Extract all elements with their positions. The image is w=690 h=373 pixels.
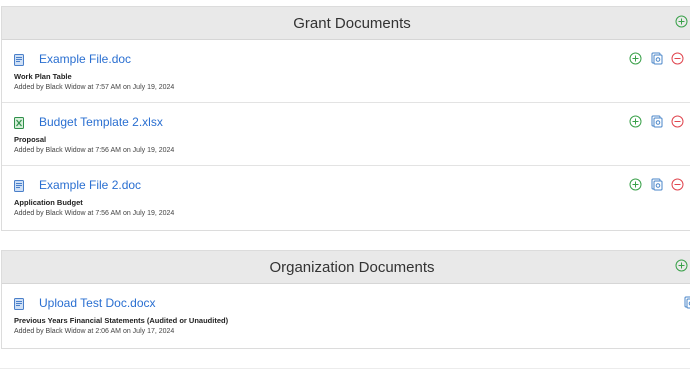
- grant-documents-panel: Grant Documents Example File.doc Work Pl…: [1, 6, 690, 231]
- added-by-text: Added by Black Widow at 2:06 AM on July …: [14, 328, 175, 335]
- version-history-icon[interactable]: [650, 52, 663, 65]
- grant-documents-header: Grant Documents: [2, 7, 690, 40]
- document-row: Example File 2.doc Application Budget Ad…: [2, 166, 690, 228]
- document-type-label: Application Budget: [14, 198, 83, 207]
- file-name-link[interactable]: Example File.doc: [39, 52, 131, 66]
- document-row: Example File.doc Work Plan Table Added b…: [2, 40, 690, 103]
- add-version-plus-circle-icon[interactable]: [629, 178, 642, 191]
- remove-minus-circle-icon[interactable]: [671, 178, 684, 191]
- document-row: Budget Template 2.xlsx Proposal Added by…: [2, 103, 690, 166]
- version-history-icon[interactable]: [650, 115, 663, 128]
- excel-doc-icon: [14, 116, 24, 129]
- organization-documents-title: Organization Documents: [269, 258, 435, 276]
- file-name-link[interactable]: Budget Template 2.xlsx: [39, 115, 163, 129]
- organization-documents-header: Organization Documents: [2, 251, 690, 284]
- word-doc-icon: [14, 297, 24, 310]
- version-history-icon[interactable]: [683, 296, 690, 309]
- add-version-plus-circle-icon[interactable]: [629, 115, 642, 128]
- file-name-link[interactable]: Upload Test Doc.docx: [39, 296, 156, 310]
- remove-minus-circle-icon[interactable]: [671, 52, 684, 65]
- word-doc-icon: [14, 179, 24, 192]
- bottom-divider: [0, 368, 690, 369]
- document-row: Upload Test Doc.docx Previous Years Fina…: [2, 284, 690, 346]
- document-type-label: Proposal: [14, 135, 47, 144]
- add-grant-document-plus-circle-icon[interactable]: [675, 15, 688, 32]
- add-organization-document-plus-circle-icon[interactable]: [675, 259, 688, 276]
- document-type-label: Previous Years Financial Statements (Aud…: [14, 316, 229, 325]
- version-history-icon[interactable]: [650, 178, 663, 191]
- added-by-text: Added by Black Widow at 7:56 AM on July …: [14, 147, 175, 154]
- added-by-text: Added by Black Widow at 7:56 AM on July …: [14, 210, 175, 217]
- added-by-text: Added by Black Widow at 7:57 AM on July …: [14, 84, 175, 91]
- organization-documents-panel: Organization Documents Upload Test Doc.d…: [1, 250, 690, 349]
- document-type-label: Work Plan Table: [14, 72, 72, 81]
- file-name-link[interactable]: Example File 2.doc: [39, 178, 141, 192]
- grant-documents-title: Grant Documents: [293, 14, 411, 32]
- word-doc-icon: [14, 53, 24, 66]
- remove-minus-circle-icon[interactable]: [671, 115, 684, 128]
- add-version-plus-circle-icon[interactable]: [629, 52, 642, 65]
